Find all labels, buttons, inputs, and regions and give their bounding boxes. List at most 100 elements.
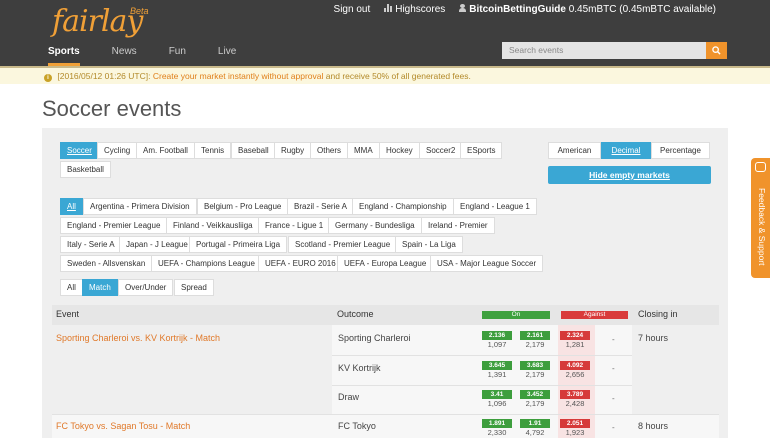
market-over-under[interactable]: Over/Under <box>118 279 174 296</box>
sport-baseball[interactable]: Baseball <box>231 142 276 159</box>
back-volume: 2,179 <box>525 370 545 379</box>
top-header: fairlay Beta Sign out Highscores Bitcoin… <box>0 0 770 66</box>
search-icon <box>712 46 721 55</box>
league-brazil[interactable]: Brazil - Serie A <box>287 198 354 215</box>
league-mls[interactable]: USA - Major League Soccer <box>430 255 544 272</box>
league-england-league1[interactable]: England - League 1 <box>453 198 537 215</box>
sport-esports[interactable]: ESports <box>460 142 503 159</box>
league-italy[interactable]: Italy - Serie A <box>60 236 122 253</box>
back-volume: 1,391 <box>487 370 507 379</box>
sport-cycling[interactable]: Cycling <box>97 142 138 159</box>
back-odds-best[interactable]: 2.136 1,097 <box>482 331 512 350</box>
nav-news[interactable]: News <box>112 46 137 66</box>
header-outcome: Outcome <box>337 309 374 319</box>
market-all[interactable]: All <box>60 279 83 296</box>
info-icon: i <box>44 74 52 82</box>
nav-fun[interactable]: Fun <box>169 46 186 66</box>
league-sweden[interactable]: Sweden - Allsvenskan <box>60 255 153 272</box>
league-ireland[interactable]: Ireland - Premier <box>421 217 495 234</box>
back-odds-second[interactable]: 1.91 4,792 <box>520 419 550 438</box>
lay-odds[interactable]: 2.051 1,923 <box>560 419 590 438</box>
back-price: 3.683 <box>520 361 550 370</box>
lay-volume: 1,281 <box>565 340 585 349</box>
event-row: FC Tokyo vs. Sagan Tosu - Match 8 hours <box>52 414 719 438</box>
chat-icon <box>755 162 766 172</box>
format-american[interactable]: American <box>548 142 601 159</box>
lay-odds[interactable]: 4.092 2,656 <box>560 361 590 380</box>
lay-volume: 2,656 <box>565 370 585 379</box>
league-england-championship[interactable]: England - Championship <box>352 198 454 215</box>
back-price: 2.161 <box>520 331 550 340</box>
league-germany[interactable]: Germany - Bundesliga <box>328 217 422 234</box>
feedback-support-tab[interactable]: Feedback & Support <box>751 158 770 278</box>
row-divider <box>332 385 632 386</box>
league-portugal[interactable]: Portugal - Primeira Liga <box>189 236 288 253</box>
outcome-name: Draw <box>338 392 360 402</box>
search-button[interactable] <box>706 42 727 59</box>
back-odds-best[interactable]: 1.891 2,330 <box>482 419 512 438</box>
sport-others[interactable]: Others <box>310 142 349 159</box>
username: BitcoinBettingGuide <box>469 4 566 15</box>
back-price: 3.41 <box>482 390 512 399</box>
header-event: Event <box>56 309 80 319</box>
sport-am-football[interactable]: Am. Football <box>136 142 195 159</box>
league-belgium[interactable]: Belgium - Pro League <box>197 198 289 215</box>
beta-badge: Beta <box>130 6 149 16</box>
league-spain[interactable]: Spain - La Liga <box>395 236 463 253</box>
event-name-link[interactable]: FC Tokyo vs. Sagan Tosu - Match <box>56 421 190 431</box>
lay-odds[interactable]: 2.324 1,281 <box>560 331 590 350</box>
league-ucl[interactable]: UEFA - Champions League <box>151 255 262 272</box>
event-name-link[interactable]: Sporting Charleroi vs. KV Kortrijk - Mat… <box>56 333 220 343</box>
account-link[interactable]: BitcoinBettingGuide 0.45mBTC (0.45mBTC a… <box>459 4 716 15</box>
highscores-label: Highscores <box>395 4 446 15</box>
sport-tennis[interactable]: Tennis <box>194 142 232 159</box>
format-decimal[interactable]: Decimal <box>601 142 651 159</box>
highscores-link[interactable]: Highscores <box>384 4 445 15</box>
back-odds-second[interactable]: 3.683 2,179 <box>520 361 550 380</box>
row-divider <box>332 355 632 356</box>
sport-soccer[interactable]: Soccer <box>60 142 99 159</box>
sport-rugby[interactable]: Rugby <box>274 142 312 159</box>
nav-live[interactable]: Live <box>218 46 236 66</box>
empty-lay-slot: - <box>612 423 615 432</box>
sport-basketball[interactable]: Basketball <box>60 161 111 178</box>
announcement-text: and receive 50% of all generated fees. <box>325 71 471 81</box>
back-odds-best[interactable]: 3.41 1,096 <box>482 390 512 409</box>
sport-mma[interactable]: MMA <box>347 142 380 159</box>
format-percentage[interactable]: Percentage <box>651 142 710 159</box>
sport-soccer2[interactable]: Soccer2 <box>419 142 463 159</box>
league-europa[interactable]: UEFA - Europa League <box>337 255 434 272</box>
lay-price: 2.324 <box>560 331 590 340</box>
search-input[interactable]: Search events <box>502 42 706 59</box>
outcome-name: KV Kortrijk <box>338 363 381 373</box>
league-scotland[interactable]: Scotland - Premier League <box>288 236 398 253</box>
user-icon <box>459 4 467 12</box>
back-odds-second[interactable]: 2.161 2,179 <box>520 331 550 350</box>
market-spread[interactable]: Spread <box>174 279 214 296</box>
league-finland[interactable]: Finland - Veikkausliiga <box>166 217 260 234</box>
announcement-banner: i [2016/05/12 01:26 UTC]: Create your ma… <box>0 66 770 84</box>
league-france[interactable]: France - Ligue 1 <box>258 217 331 234</box>
back-price: 3.452 <box>520 390 550 399</box>
lay-price: 2.051 <box>560 419 590 428</box>
sport-hockey[interactable]: Hockey <box>379 142 420 159</box>
league-all[interactable]: All <box>60 198 83 215</box>
league-euro2016[interactable]: UEFA - EURO 2016 <box>258 255 343 272</box>
league-japan[interactable]: Japan - J League <box>119 236 195 253</box>
nav-sports[interactable]: Sports <box>48 46 80 66</box>
header-on: On <box>482 311 550 319</box>
lay-odds[interactable]: 3.789 2,428 <box>560 390 590 409</box>
back-odds-best[interactable]: 3.645 1,391 <box>482 361 512 380</box>
back-volume: 1,097 <box>487 340 507 349</box>
outcome-name: FC Tokyo <box>338 421 376 431</box>
back-odds-second[interactable]: 3.452 2,179 <box>520 390 550 409</box>
closing-time: 7 hours <box>638 333 669 343</box>
market-match[interactable]: Match <box>82 279 118 296</box>
league-argentina[interactable]: Argentina - Primera Division <box>83 198 197 215</box>
announcement-link[interactable]: Create your market instantly without app… <box>153 71 324 81</box>
fairlay-logo[interactable]: fairlay <box>52 4 143 39</box>
hide-empty-markets-button[interactable]: Hide empty markets <box>548 166 711 184</box>
sign-out-link[interactable]: Sign out <box>334 4 371 15</box>
lay-price: 4.092 <box>560 361 590 370</box>
league-england-premier[interactable]: England - Premier League <box>60 217 168 234</box>
